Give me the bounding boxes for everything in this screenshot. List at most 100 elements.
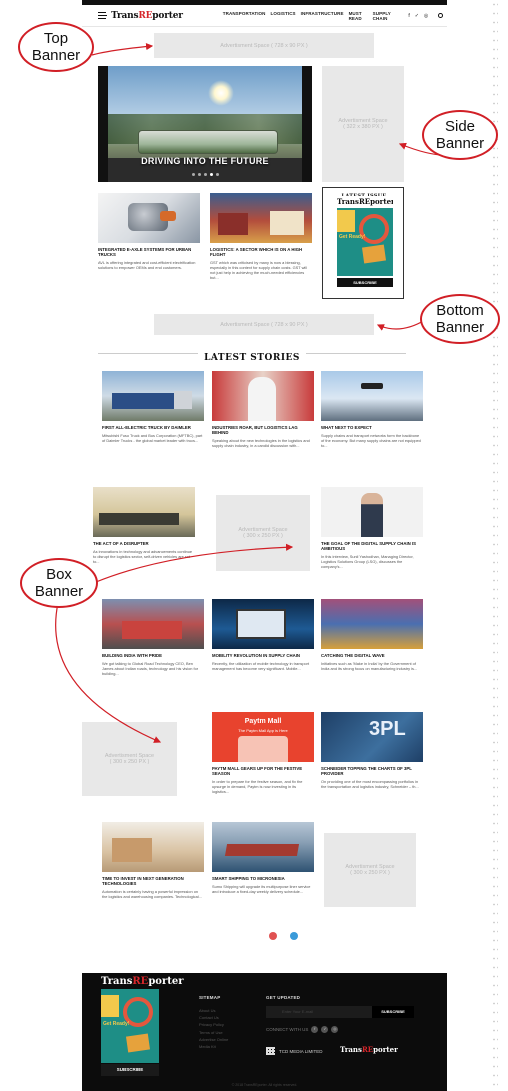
card-title[interactable]: CATCHING THE DIGITAL WAVE	[321, 653, 423, 658]
card-excerpt: We got talking to Global Road Technology…	[102, 661, 199, 677]
slider-dot[interactable]	[191, 173, 195, 176]
card-excerpt: Supply chains and transport networks for…	[321, 433, 421, 449]
paytm-badge: Paytm Mall	[244, 718, 282, 725]
paytm-tagline: The Paytm Mall App is Here	[238, 728, 288, 733]
site-header: TransREporter TRANSPORTATION LOGISTICS I…	[82, 5, 447, 27]
box-banner-ad[interactable]: Advertisment Space ( 300 x 250 PX )	[82, 722, 177, 796]
card-title[interactable]: SCHNEIDER TOPPING THE CHARTS OF 3PL PROV…	[321, 766, 423, 776]
email-input[interactable]: Enter Your E-mail	[266, 1006, 372, 1018]
facebook-icon[interactable]: f	[311, 1026, 319, 1033]
story-card[interactable]: 3PL SCHNEIDER TOPPING THE CHARTS OF 3PL …	[321, 712, 423, 789]
bottom-banner-ad[interactable]: Advertisment Space ( 728 x 90 PX )	[154, 314, 374, 335]
card-thumbnail	[102, 599, 204, 649]
story-card[interactable]: FIRST ALL-ELECTRIC TRUCK BY DAIMLER Mits…	[102, 371, 204, 443]
story-card[interactable]: TIME TO INVEST IN NEXT GENERATION TECHNO…	[102, 822, 204, 899]
sitemap-link[interactable]: Terms of Use	[199, 1029, 228, 1036]
nav-supply-chain[interactable]: SUPPLY CHAIN	[373, 11, 397, 21]
card-excerpt: Recently, the utilization of mobile tech…	[212, 661, 310, 672]
featured-card[interactable]: LOGISTICS: A SECTOR WHICH IS ON A HIGH F…	[210, 193, 312, 280]
card-thumbnail	[102, 371, 204, 421]
card-title[interactable]: INTEGRATED E-AXLE SYSTEMS FOR URBAN TRUC…	[98, 247, 200, 257]
nav-logistics[interactable]: LOGISTICS	[271, 11, 296, 21]
card-title[interactable]: WHAT NEXT TO EXPECT	[321, 425, 423, 430]
card-title[interactable]: THE GOAL OF THE DIGITAL SUPPLY CHAIN IS …	[321, 541, 423, 551]
side-banner-ad[interactable]: Advertisment Space ( 322 x 380 PX )	[322, 66, 404, 182]
slider-dot[interactable]	[215, 173, 219, 176]
footer-logo[interactable]: TransREporter	[101, 976, 184, 987]
card-title[interactable]: THE ACT OF A DISRUPTER	[93, 541, 195, 546]
card-thumbnail	[212, 822, 314, 872]
pagination-dot-1[interactable]	[269, 932, 277, 940]
magazine-corner	[337, 210, 355, 232]
box-banner-ad[interactable]: Advertisment Space ( 300 x 250 PX )	[324, 833, 416, 907]
side-banner-callout: Side Banner	[422, 110, 498, 160]
tcd-media[interactable]: TCD MEDIA LIMITED	[266, 1047, 323, 1055]
card-excerpt: As innovations in technology and advance…	[93, 549, 193, 565]
card-thumbnail	[321, 599, 423, 649]
story-card[interactable]: THE GOAL OF THE DIGITAL SUPPLY CHAIN IS …	[321, 487, 423, 569]
menu-icon[interactable]	[98, 12, 108, 19]
card-excerpt: Sumo Shipping will upgrade its multipurp…	[212, 884, 311, 895]
magazine-title: TransREporter	[337, 196, 393, 208]
card-thumbnail	[321, 371, 423, 421]
story-card[interactable]: WHAT NEXT TO EXPECT Supply chains and tr…	[321, 371, 423, 448]
sitemap-link[interactable]: Privacy Policy	[199, 1021, 228, 1028]
box-banner-ad[interactable]: Advertisment Space ( 300 x 250 PX )	[216, 495, 310, 571]
top-banner-ad[interactable]: Advertisment Space ( 728 x 90 PX )	[154, 33, 374, 58]
story-card[interactable]: THE ACT OF A DISRUPTER As innovations in…	[93, 487, 195, 564]
story-card[interactable]: MOBILITY REVOLUTION IN SUPPLY CHAIN Rece…	[212, 599, 314, 671]
card-excerpt: In order to prepare for the festive seas…	[212, 779, 303, 795]
story-card[interactable]: SMART SHIPPING TO MICRONESIA Sumo Shippi…	[212, 822, 314, 894]
pagination-dot-2[interactable]	[290, 932, 298, 940]
footer-logo-small[interactable]: TransREporter	[340, 1045, 398, 1054]
card-title[interactable]: TIME TO INVEST IN NEXT GENERATION TECHNO…	[102, 876, 204, 886]
featured-card[interactable]: INTEGRATED E-AXLE SYSTEMS FOR URBAN TRUC…	[98, 193, 200, 270]
nav-infrastructure[interactable]: INFRASTRUCTURE	[301, 11, 344, 21]
story-card[interactable]: INDUSTRIES ROAR, BUT LOGISTICS LAG BEHIN…	[212, 371, 314, 448]
magazine-package	[125, 1033, 151, 1053]
card-title[interactable]: LOGISTICS: A SECTOR WHICH IS ON A HIGH F…	[210, 247, 312, 257]
card-title[interactable]: FIRST ALL-ELECTRIC TRUCK BY DAIMLER	[102, 425, 204, 430]
footer-magazine-cover[interactable]: Get Ready!	[101, 989, 159, 1063]
magazine-cover[interactable]: TransREporter Get Ready!	[337, 196, 393, 276]
card-thumbnail	[102, 822, 204, 872]
latest-issue-box: LATEST ISSUE TransREporter Get Ready! SU…	[322, 187, 404, 299]
sitemap-link[interactable]: Media Kit	[199, 1043, 228, 1050]
tcd-label: TCD MEDIA LIMITED	[279, 1048, 323, 1054]
sitemap-link[interactable]: Advertise Online	[199, 1036, 228, 1043]
footer-subscribe-button[interactable]: SUBSCRIBE	[101, 1064, 159, 1076]
subscribe-button[interactable]: SUBSCRIBE	[337, 278, 393, 287]
card-excerpt: AVL is offering integrated and cost-effi…	[98, 260, 196, 271]
newsletter-subscribe-button[interactable]: SUBSCRIBE	[372, 1006, 414, 1018]
instagram-icon[interactable]: ◎	[331, 1026, 339, 1033]
ad-label: Advertisment Space	[220, 321, 270, 328]
site-logo[interactable]: TransREporter	[111, 11, 183, 21]
instagram-icon[interactable]: ◎	[424, 13, 428, 19]
card-title[interactable]: PAYTM MALL GEARS UP FOR THE FESTIVE SEAS…	[212, 766, 314, 776]
search-icon[interactable]	[438, 13, 443, 18]
slider-dot[interactable]	[197, 173, 201, 176]
twitter-icon[interactable]: ✓	[321, 1026, 329, 1033]
card-thumbnail	[321, 487, 423, 537]
card-title[interactable]: INDUSTRIES ROAR, BUT LOGISTICS LAG BEHIN…	[212, 425, 314, 435]
card-title[interactable]: SMART SHIPPING TO MICRONESIA	[212, 876, 314, 881]
card-title[interactable]: MOBILITY REVOLUTION IN SUPPLY CHAIN	[212, 653, 314, 658]
box-banner-callout: Box Banner	[20, 558, 98, 608]
facebook-icon[interactable]: f	[408, 13, 409, 19]
nav-must-read[interactable]: MUST READ	[349, 11, 368, 21]
twitter-icon[interactable]: ✓	[415, 13, 419, 19]
hero-title[interactable]: DRIVING INTO THE FUTURE	[98, 156, 312, 166]
story-card[interactable]: CATCHING THE DIGITAL WAVE Initiatives su…	[321, 599, 423, 671]
slider-dot[interactable]	[203, 173, 207, 176]
sitemap-link[interactable]: About Us	[199, 1007, 228, 1014]
story-card[interactable]: Paytm Mall The Paytm Mall App is Here PA…	[212, 712, 314, 794]
sitemap-link[interactable]: Contact Us	[199, 1014, 228, 1021]
card-title[interactable]: BUILDING INDIA WITH PRIDE	[102, 653, 204, 658]
page: TransREporter TRANSPORTATION LOGISTICS I…	[82, 0, 447, 1091]
nav-transportation[interactable]: TRANSPORTATION	[223, 11, 266, 21]
story-card[interactable]: BUILDING INDIA WITH PRIDE We got talking…	[102, 599, 204, 676]
slider-dot-active[interactable]	[209, 173, 213, 176]
card-excerpt: Automation is certainly having a powerfu…	[102, 889, 202, 900]
card-excerpt: Initiatives such as 'Make in India' by t…	[321, 661, 418, 672]
hero-slider[interactable]: DRIVING INTO THE FUTURE	[98, 66, 312, 182]
